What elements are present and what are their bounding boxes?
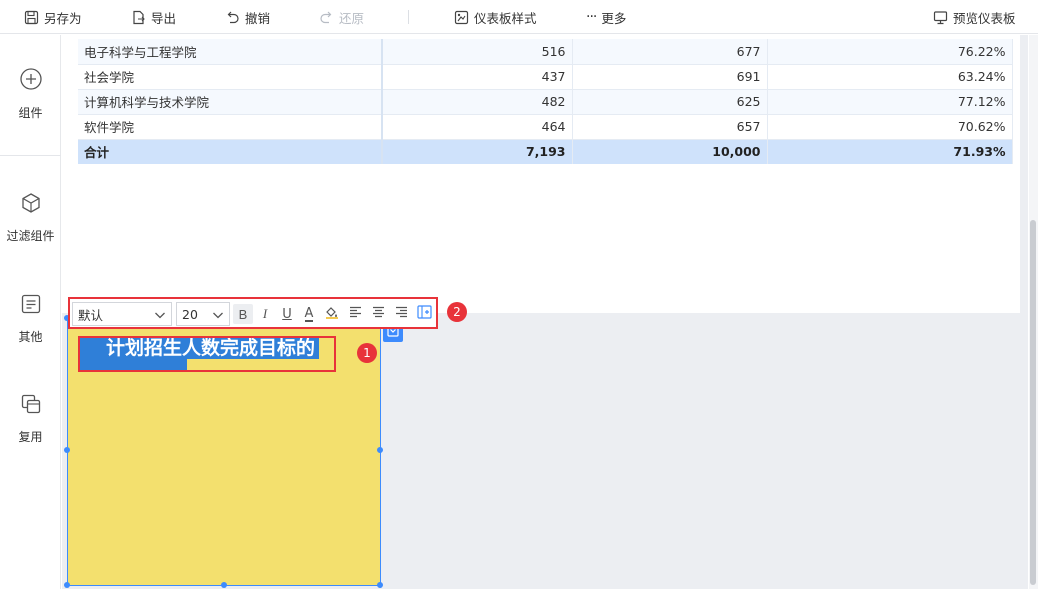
bold-icon: B xyxy=(238,306,248,322)
table-row[interactable]: 电子科学与工程学院 516 677 76.22% xyxy=(78,39,1013,65)
paint-bucket-icon xyxy=(325,305,339,323)
more-button[interactable]: ··· 更多 xyxy=(586,0,626,34)
undo-button[interactable]: 撤销 xyxy=(225,0,270,34)
table-cell: 691 xyxy=(572,64,768,90)
data-table: 电子科学与工程学院 516 677 76.22% 社会学院 437 691 63… xyxy=(78,39,1013,164)
sidebar-item-filter-components[interactable]: 过滤组件 xyxy=(0,192,61,244)
monitor-icon xyxy=(933,10,948,25)
table-cell: 合计 xyxy=(78,139,383,164)
table-cell: 63.24% xyxy=(767,64,1013,90)
table-cell: 77.12% xyxy=(767,89,1013,115)
table-cell: 516 xyxy=(382,39,573,65)
font-size-value: 20 xyxy=(182,306,198,322)
more-label: 更多 xyxy=(601,10,627,26)
dashboard-style-button[interactable]: 仪表板样式 xyxy=(454,0,537,34)
fill-color-button[interactable] xyxy=(322,304,342,324)
font-color-button[interactable]: A xyxy=(299,304,319,324)
underline-button[interactable]: U xyxy=(277,304,297,324)
annotation-badge-1: 1 xyxy=(357,343,377,363)
copy-layers-icon xyxy=(20,393,42,418)
undo-icon xyxy=(225,10,240,25)
sidebar-item-label: 组件 xyxy=(18,106,43,120)
table-cell: 437 xyxy=(382,64,573,90)
cube-icon xyxy=(20,192,42,217)
align-right-button[interactable] xyxy=(391,304,411,324)
text-card-icon xyxy=(20,293,42,318)
resize-handle[interactable] xyxy=(377,582,383,588)
table-cell: 计算机科学与技术学院 xyxy=(78,89,383,115)
redo-icon xyxy=(319,10,334,25)
annotation-badge-2: 2 xyxy=(447,302,467,322)
sidebar-item-reuse[interactable]: 复用 xyxy=(0,393,61,445)
top-toolbar: 另存为 导出 撤销 还原 仪表板样式 ··· 更多 预览仪表板 xyxy=(0,0,1038,34)
sidebar-divider xyxy=(0,155,61,156)
font-color-icon: A xyxy=(304,305,314,322)
align-right-icon xyxy=(395,306,408,322)
export-icon xyxy=(131,10,146,25)
italic-icon: I xyxy=(262,306,268,321)
align-center-icon xyxy=(372,306,385,322)
dashboard-style-label: 仪表板样式 xyxy=(474,10,537,26)
scrollbar-thumb[interactable] xyxy=(1030,220,1036,585)
table-row[interactable]: 社会学院 437 691 63.24% xyxy=(78,64,1013,90)
table-component[interactable]: 电子科学与工程学院 516 677 76.22% 社会学院 437 691 63… xyxy=(62,35,1020,313)
font-family-select[interactable]: 默认 xyxy=(72,302,172,326)
align-center-button[interactable] xyxy=(368,304,388,324)
bold-button[interactable]: B xyxy=(233,304,253,324)
save-as-button[interactable]: 另存为 xyxy=(24,0,82,34)
table-cell: 70.62% xyxy=(767,114,1013,140)
sidebar-item-label: 过滤组件 xyxy=(6,229,55,243)
undo-label: 撤销 xyxy=(245,10,271,26)
export-button[interactable]: 导出 xyxy=(131,0,176,34)
table-cell: 7,193 xyxy=(382,139,573,164)
preview-dashboard-button[interactable]: 预览仪表板 xyxy=(933,0,1016,34)
save-as-label: 另存为 xyxy=(44,10,82,26)
redo-button[interactable]: 还原 xyxy=(319,0,364,34)
table-cell: 657 xyxy=(572,114,768,140)
table-cell: 482 xyxy=(382,89,573,115)
ellipsis-icon: ··· xyxy=(586,9,597,25)
font-family-value: 默认 xyxy=(78,307,104,323)
table-cell: 464 xyxy=(382,114,573,140)
export-label: 导出 xyxy=(151,10,177,26)
insert-field-icon xyxy=(416,305,432,323)
table-cell: 10,000 xyxy=(572,139,768,164)
resize-handle[interactable] xyxy=(64,582,70,588)
resize-handle[interactable] xyxy=(377,447,383,453)
resize-handle[interactable] xyxy=(221,582,227,588)
plus-circle-icon xyxy=(19,67,43,94)
align-left-button[interactable] xyxy=(345,304,365,324)
table-cell: 625 xyxy=(572,89,768,115)
canvas-scrollbar[interactable] xyxy=(1029,35,1038,589)
chevron-down-icon xyxy=(154,309,166,324)
chevron-down-icon xyxy=(212,309,224,324)
sidebar-item-label: 复用 xyxy=(18,430,43,444)
sidebar-item-other[interactable]: 其他 xyxy=(0,293,61,345)
redo-label: 还原 xyxy=(339,10,365,26)
table-cell: 76.22% xyxy=(767,39,1013,65)
table-row[interactable]: 软件学院 464 657 70.62% xyxy=(78,114,1013,140)
table-cell: 677 xyxy=(572,39,768,65)
table-cell: 电子科学与工程学院 xyxy=(78,39,383,65)
table-cell: 71.93% xyxy=(767,139,1013,164)
palette-icon xyxy=(454,10,469,25)
sidebar-item-label: 其他 xyxy=(18,330,43,344)
preview-dashboard-label: 预览仪表板 xyxy=(953,10,1016,26)
table-total-row[interactable]: 合计 7,193 10,000 71.93% xyxy=(78,139,1013,164)
align-left-icon xyxy=(349,306,362,322)
toolbar-divider xyxy=(408,10,409,24)
font-size-select[interactable]: 20 xyxy=(176,302,230,326)
annotation-box-1 xyxy=(78,336,336,372)
left-sidebar: 组件 过滤组件 其他 复用 xyxy=(0,35,61,589)
table-row[interactable]: 计算机科学与技术学院 482 625 77.12% xyxy=(78,89,1013,115)
table-cell: 软件学院 xyxy=(78,114,383,140)
italic-button[interactable]: I xyxy=(255,304,275,324)
save-icon xyxy=(24,10,39,25)
insert-field-button[interactable] xyxy=(414,304,434,324)
table-cell: 社会学院 xyxy=(78,64,383,90)
sidebar-item-components[interactable]: 组件 xyxy=(0,67,61,121)
underline-icon: U xyxy=(282,306,292,322)
text-format-toolbar: 默认 20 B I U A xyxy=(68,297,438,329)
resize-handle[interactable] xyxy=(64,447,70,453)
